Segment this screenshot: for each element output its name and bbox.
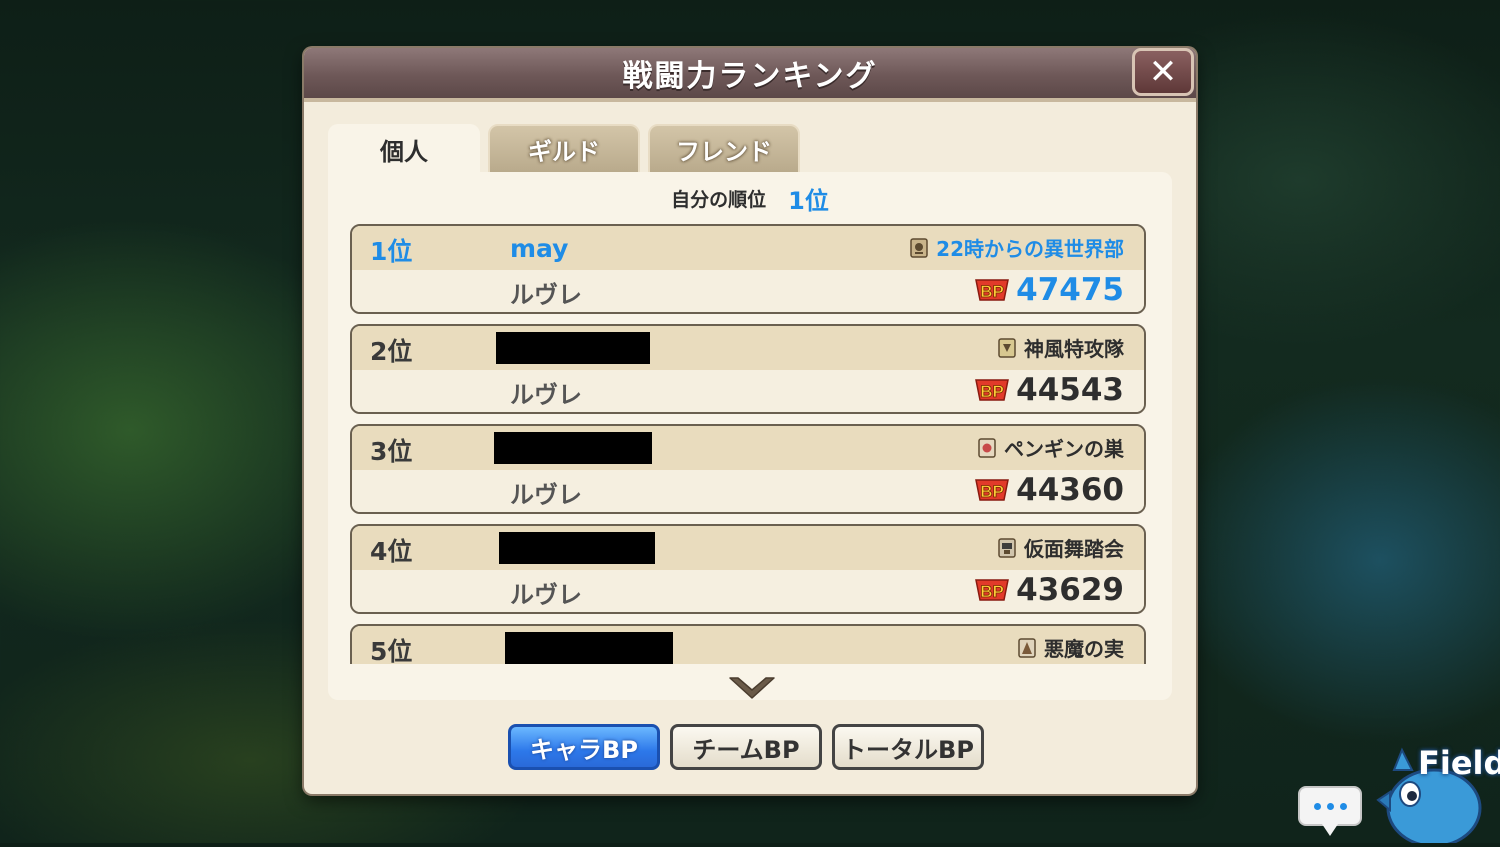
tab-individual[interactable]: 個人 (328, 124, 480, 174)
close-button[interactable]: ✕ (1132, 48, 1194, 96)
rank-label: 5位 (370, 637, 413, 664)
chat-icon-dot (1326, 802, 1334, 810)
guild-emblem-icon (978, 437, 996, 458)
guild-info: 仮面舞踏会 (998, 533, 1124, 562)
ranking-panel: 自分の順位 1位 1位 may 22時からの異世界部 ルヴレ BP 47475 … (328, 172, 1172, 700)
ranking-entry[interactable]: 4位 仮面舞踏会 ルヴレ BP 43629 (350, 524, 1146, 614)
guild-name: ペンギンの巣 (1004, 437, 1124, 461)
ranking-dialog: 戦闘力ランキング ✕ 個人 ギルド フレンド 自分の順位 1位 1位 may 2… (304, 48, 1196, 794)
guild-info: ペンギンの巣 (978, 433, 1124, 462)
redacted-player-name (505, 632, 673, 664)
guild-name: 悪魔の実 (1044, 637, 1124, 661)
player-name: may (510, 234, 569, 263)
ranking-entry[interactable]: 1位 may 22時からの異世界部 ルヴレ BP 47475 (350, 224, 1146, 314)
guild-name: 仮面舞踏会 (1024, 537, 1124, 561)
chat-icon (1313, 802, 1321, 810)
character-name: ルヴレ (510, 281, 582, 309)
bp-badge-icon: BP (975, 579, 1010, 601)
bp-value: 44360 (1016, 472, 1124, 508)
tab-guild[interactable]: ギルド (488, 124, 640, 174)
guild-info: 神風特攻隊 (998, 333, 1124, 362)
bp-value: 47475 (1016, 272, 1124, 308)
guild-emblem-icon (998, 537, 1016, 558)
team-bp-label: チームBP (692, 735, 800, 764)
tab-friend-label: フレンド (676, 137, 772, 166)
own-rank-value: 1位 (788, 186, 829, 215)
tab-guild-label: ギルド (528, 137, 600, 166)
rank-label: 4位 (370, 537, 413, 566)
own-rank-label: 自分の順位 (671, 188, 767, 211)
rank-label: 3位 (370, 437, 413, 466)
redacted-player-name (496, 332, 650, 364)
chara-bp-button[interactable]: キャラBP (508, 724, 660, 770)
bp-value: 43629 (1016, 572, 1124, 608)
ranking-entry[interactable]: 3位 ペンギンの巣 ルヴレ BP 44360 (350, 424, 1146, 514)
bp-badge-icon: BP (975, 279, 1010, 301)
dialog-title-bar: 戦闘力ランキング (304, 48, 1196, 102)
field-button[interactable]: Field (1372, 730, 1500, 847)
svg-text:BP: BP (980, 482, 1004, 501)
chat-icon-dot (1339, 802, 1347, 810)
tab-friend[interactable]: フレンド (648, 124, 800, 174)
total-bp-label: トータルBP (842, 735, 974, 764)
guild-emblem-icon (910, 237, 928, 258)
guild-emblem-icon (1018, 637, 1036, 658)
character-name: ルヴレ (510, 381, 582, 409)
guild-name: 22時からの異世界部 (936, 237, 1124, 261)
guild-name: 神風特攻隊 (1024, 337, 1124, 361)
bp-value: 44543 (1016, 372, 1124, 408)
own-rank: 自分の順位 1位 (328, 180, 1172, 216)
svg-text:BP: BP (980, 582, 1004, 601)
redacted-player-name (494, 432, 652, 464)
rank-label: 2位 (370, 337, 413, 366)
ranking-entry[interactable]: 5位 悪魔の実 (350, 624, 1146, 664)
guild-info: 悪魔の実 (1018, 633, 1124, 662)
bp-badge-icon: BP (975, 479, 1010, 501)
svg-text:BP: BP (980, 382, 1004, 401)
redacted-player-name (499, 532, 655, 564)
bp-info: BP 47475 (974, 272, 1124, 308)
field-label: Field (1418, 744, 1500, 782)
total-bp-button[interactable]: トータルBP (832, 724, 984, 770)
bp-badge-icon: BP (975, 379, 1010, 401)
guild-emblem-icon (998, 337, 1016, 358)
chat-button[interactable] (1298, 786, 1362, 836)
character-name: ルヴレ (510, 481, 582, 509)
chevron-down-icon[interactable] (728, 674, 776, 702)
chara-bp-label: キャラBP (530, 735, 638, 764)
character-name: ルヴレ (510, 581, 582, 609)
bp-info: BP 44543 (974, 372, 1124, 408)
dialog-title: 戦闘力ランキング (622, 59, 878, 94)
rank-label: 1位 (370, 237, 413, 266)
tab-individual-label: 個人 (380, 137, 428, 166)
svg-text:BP: BP (980, 282, 1004, 301)
bp-info: BP 43629 (974, 572, 1124, 608)
guild-info: 22時からの異世界部 (910, 233, 1124, 262)
bp-info: BP 44360 (974, 472, 1124, 508)
team-bp-button[interactable]: チームBP (670, 724, 822, 770)
ranking-entry[interactable]: 2位 神風特攻隊 ルヴレ BP 44543 (350, 324, 1146, 414)
ranking-list[interactable]: 1位 may 22時からの異世界部 ルヴレ BP 47475 2位 神風特攻隊 … (350, 224, 1146, 664)
close-icon: ✕ (1148, 52, 1178, 92)
